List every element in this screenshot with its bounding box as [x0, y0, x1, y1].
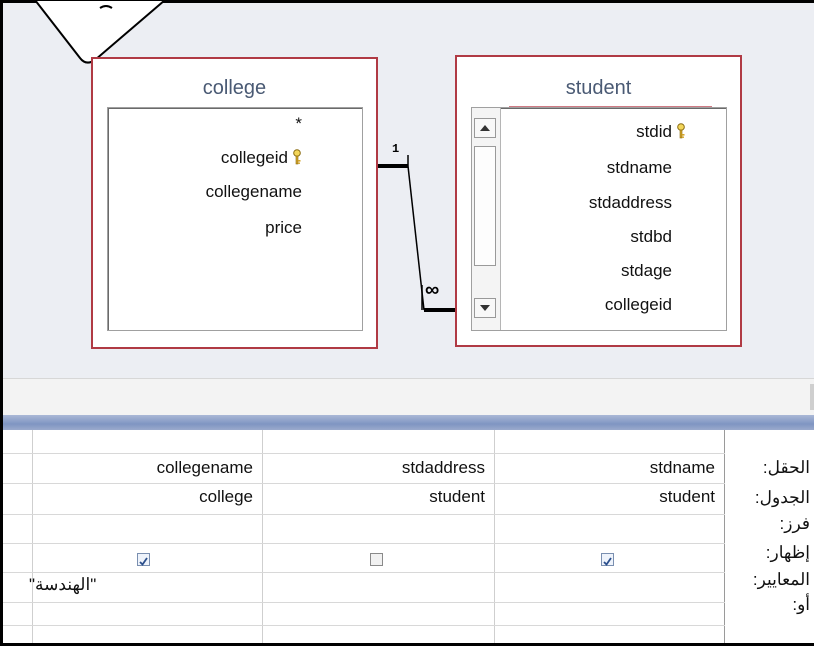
show-checkbox[interactable]: [137, 553, 150, 566]
student-scrollbar[interactable]: [472, 108, 501, 330]
grid-row-line: [3, 572, 725, 573]
college-field-list: * collegeid collegename price: [107, 107, 363, 331]
key-icon: [677, 123, 685, 139]
row-label-show: إظهار:: [765, 543, 810, 562]
field-collegeid[interactable]: collegeid: [221, 148, 302, 168]
cell-table[interactable]: college: [199, 487, 253, 507]
grid-row-line: [3, 453, 725, 454]
check-icon: [139, 557, 148, 566]
grid-row-line: [3, 483, 725, 484]
college-table-title: college: [202, 77, 267, 99]
row-label-field: الحقل:: [762, 458, 810, 477]
field-stdid-label: stdid: [636, 122, 672, 141]
row-label-table: الجدول:: [754, 488, 810, 507]
field-collegeid-fk[interactable]: collegeid: [605, 295, 672, 315]
cell-table[interactable]: student: [659, 487, 715, 507]
cell-field[interactable]: stdaddress: [402, 458, 485, 478]
grid-row-line: [3, 543, 725, 544]
college-table[interactable]: college * collegeid collegename price: [91, 57, 378, 349]
cell-field[interactable]: collegename: [157, 458, 253, 478]
student-table[interactable]: student stdid stdname stdaddress stdbd s…: [455, 55, 742, 347]
query-design-grid: الحقل: الجدول: فرز: إظهار: المعايير: أو:…: [3, 430, 814, 643]
field-stdid[interactable]: stdid: [636, 122, 686, 142]
field-collegename[interactable]: collegename: [206, 182, 302, 202]
field-all[interactable]: *: [295, 114, 302, 134]
field-stdaddress[interactable]: stdaddress: [589, 193, 672, 213]
cell-criteria[interactable]: "الهندسة": [29, 575, 96, 595]
student-table-title: student: [565, 77, 632, 99]
arrow-up-icon: [480, 125, 490, 131]
check-icon: [603, 557, 612, 566]
table-pane-scrollbar[interactable]: [3, 378, 814, 415]
grid-row-line: [3, 514, 725, 515]
field-stdname[interactable]: stdname: [607, 158, 672, 178]
grid-row-line: [3, 625, 725, 626]
show-checkbox[interactable]: [370, 553, 383, 566]
row-label-sort: فرز:: [779, 514, 810, 533]
grid-col-divider: [32, 430, 33, 643]
grid-row-line: [3, 602, 725, 603]
arrow-down-icon: [480, 305, 490, 311]
pane-splitter[interactable]: [3, 415, 814, 430]
field-collegeid-label: collegeid: [220, 148, 288, 167]
cell-table[interactable]: student: [429, 487, 485, 507]
relationship-one-label: 1: [392, 142, 400, 156]
relationship-many-label: ∞: [425, 279, 440, 301]
grid-col-divider: [494, 430, 495, 643]
field-stdbd[interactable]: stdbd: [630, 227, 672, 247]
scroll-thumb[interactable]: [474, 146, 496, 266]
row-label-criteria: المعايير:: [752, 570, 810, 589]
row-label-or: أو:: [792, 595, 810, 614]
cell-field[interactable]: stdname: [650, 458, 715, 478]
show-checkbox[interactable]: [601, 553, 614, 566]
grid-col-divider: [262, 430, 263, 643]
field-stdage[interactable]: stdage: [621, 261, 672, 281]
scroll-down-button[interactable]: [474, 298, 496, 318]
key-icon: [293, 149, 301, 165]
hscroll-thumb[interactable]: [810, 384, 814, 410]
scroll-up-button[interactable]: [474, 118, 496, 138]
field-price[interactable]: price: [265, 218, 302, 238]
relationship-line[interactable]: [378, 140, 458, 320]
student-field-list: stdid stdname stdaddress stdbd stdage co…: [471, 107, 727, 331]
grid-label-divider: [724, 430, 725, 643]
